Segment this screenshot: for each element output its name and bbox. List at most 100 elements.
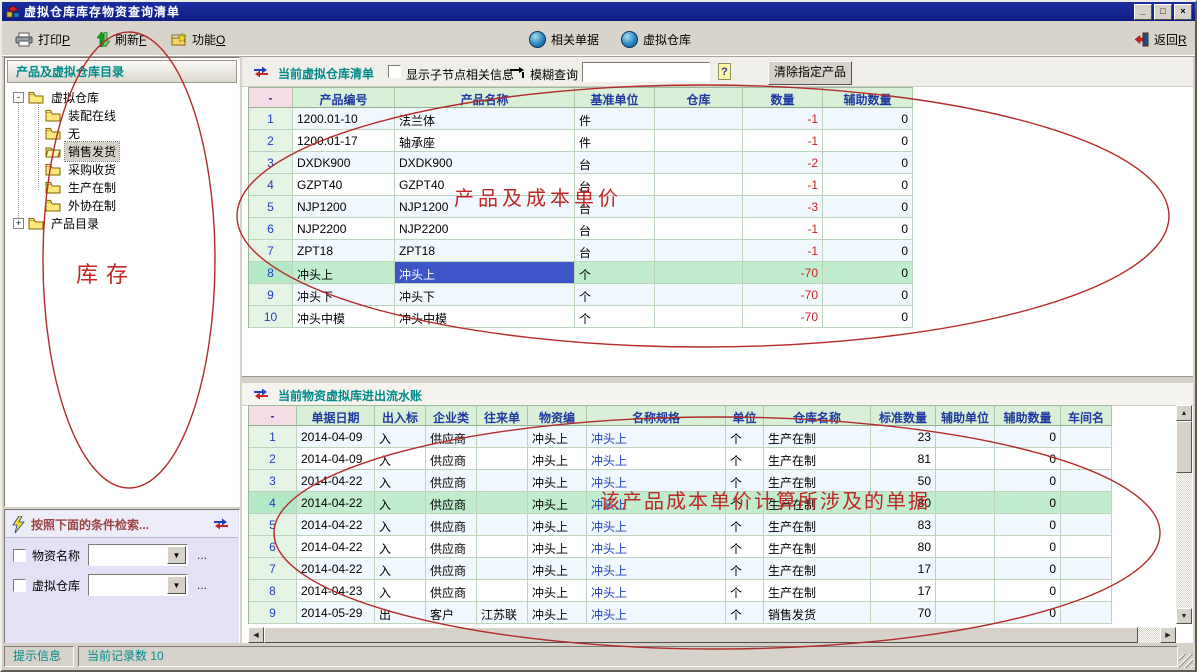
table-cell[interactable] [655,218,743,240]
table-cell[interactable]: 入 [375,470,426,492]
table-cell[interactable]: 1200.01-17 [293,130,395,152]
table-cell[interactable] [1061,580,1112,602]
table-cell[interactable]: 0 [995,580,1061,602]
table-cell[interactable] [936,492,995,514]
resize-grip[interactable] [1179,654,1193,668]
table-cell[interactable]: 件 [575,130,655,152]
scroll-left-button[interactable]: ◀ [248,627,264,643]
table-cell[interactable]: 台 [575,174,655,196]
table-cell[interactable]: -1 [743,218,823,240]
table-cell[interactable]: 0 [995,558,1061,580]
related-docs-button[interactable]: 相关单据 [526,28,602,50]
table-cell[interactable]: 客户 [426,602,477,624]
function-button[interactable]: 功能O [168,28,228,50]
table-cell[interactable]: NJP2200 [395,218,575,240]
warehouse-more-button[interactable]: ... [197,578,207,592]
table-cell[interactable]: -1 [743,240,823,262]
question-icon[interactable]: ? [718,63,731,80]
table-cell[interactable]: 9 [249,602,297,624]
table-cell[interactable]: 供应商 [426,580,477,602]
table-cell[interactable]: 0 [823,262,913,284]
column-header[interactable]: 标准数量 [871,406,936,426]
table-cell[interactable]: ZPT18 [293,240,395,262]
table-cell[interactable]: 冲头上 [293,262,395,284]
table-cell[interactable]: 台 [575,196,655,218]
table-cell[interactable]: 生产在制 [764,426,871,448]
table-cell[interactable]: 供应商 [426,514,477,536]
table-cell[interactable]: 0 [995,602,1061,624]
table-cell[interactable]: 0 [995,426,1061,448]
table-cell[interactable]: 冲头上 [528,602,587,624]
table-cell[interactable]: 冲头上 [395,262,575,284]
table-cell[interactable] [655,240,743,262]
table-cell[interactable] [1061,448,1112,470]
tree-node-virtual-warehouse[interactable]: - 虚拟仓库 [13,88,102,106]
column-header[interactable]: 产品名称 [395,88,575,108]
table-cell[interactable]: 个 [726,448,764,470]
swap-arrows-icon[interactable] [252,388,270,400]
table-cell[interactable]: 2014-05-29 [297,602,375,624]
table-cell[interactable]: 轴承座 [395,130,575,152]
table-cell[interactable]: 冲头上 [528,426,587,448]
table-cell[interactable]: 1 [249,426,297,448]
scroll-down-button[interactable]: ▼ [1176,608,1192,624]
table-cell[interactable] [1061,492,1112,514]
table-cell[interactable]: NJP1200 [395,196,575,218]
table-cell[interactable]: -3 [743,196,823,218]
table-cell[interactable]: -70 [743,262,823,284]
table-cell[interactable]: 4 [249,174,293,196]
table-cell[interactable]: 2 [249,130,293,152]
column-header[interactable]: 数量 [743,88,823,108]
table-cell[interactable]: 冲头上 [587,448,726,470]
horizontal-scroll-thumb[interactable] [264,627,1138,643]
table-cell[interactable]: 7 [249,558,297,580]
table-cell[interactable]: 个 [575,306,655,328]
table-cell[interactable]: 供应商 [426,492,477,514]
table-cell[interactable]: 个 [726,536,764,558]
table-cell[interactable]: 冲头上 [528,470,587,492]
table-cell[interactable]: 3 [249,152,293,174]
table-cell[interactable]: 台 [575,240,655,262]
material-more-button[interactable]: ... [197,548,207,562]
table-cell[interactable]: 冲头上 [587,602,726,624]
table-cell[interactable] [1061,426,1112,448]
table-cell[interactable] [1061,470,1112,492]
table-cell[interactable]: 9 [249,284,293,306]
combo-arrow-icon[interactable]: ▼ [167,576,186,594]
column-header[interactable]: 辅助数量 [995,406,1061,426]
table-cell[interactable]: 冲头上 [587,514,726,536]
table-cell[interactable]: 0 [823,240,913,262]
table-cell[interactable]: 江苏联 [477,602,528,624]
table-cell[interactable]: -70 [743,306,823,328]
table-cell[interactable]: 个 [726,514,764,536]
material-name-checkbox[interactable] [13,549,26,562]
table-cell[interactable] [477,470,528,492]
table-cell[interactable]: 个 [575,284,655,306]
table-cell[interactable]: 2014-04-22 [297,514,375,536]
expand-icon[interactable]: + [13,218,24,229]
table-cell[interactable]: 5 [249,196,293,218]
table-cell[interactable]: 生产在制 [764,558,871,580]
tree-node-label-selected[interactable]: 销售发货 [65,142,119,161]
table-cell[interactable]: 0 [995,492,1061,514]
table-cell[interactable]: 2014-04-09 [297,448,375,470]
print-button[interactable]: 打印P [12,28,73,50]
column-header[interactable]: 仓库 [655,88,743,108]
table-cell[interactable]: 3 [249,470,297,492]
virtual-warehouse-combo[interactable]: ▼ [88,574,188,596]
table-cell[interactable]: 0 [995,470,1061,492]
minimize-button[interactable]: _ [1134,4,1152,20]
table-cell[interactable]: 个 [575,262,655,284]
table-cell[interactable]: 生产在制 [764,514,871,536]
table-cell[interactable]: 冲头上 [528,492,587,514]
vertical-scroll-thumb[interactable] [1176,421,1192,473]
column-header[interactable]: 名称规格 [587,406,726,426]
table-cell[interactable]: 80 [871,492,936,514]
scroll-up-button[interactable]: ▲ [1176,405,1192,421]
table-cell[interactable]: 入 [375,426,426,448]
table-cell[interactable]: 台 [575,218,655,240]
table-cell[interactable]: 供应商 [426,426,477,448]
column-header[interactable]: 车间名 [1061,406,1112,426]
tree-node-label[interactable]: 产品目录 [48,214,102,233]
table-cell[interactable] [477,492,528,514]
